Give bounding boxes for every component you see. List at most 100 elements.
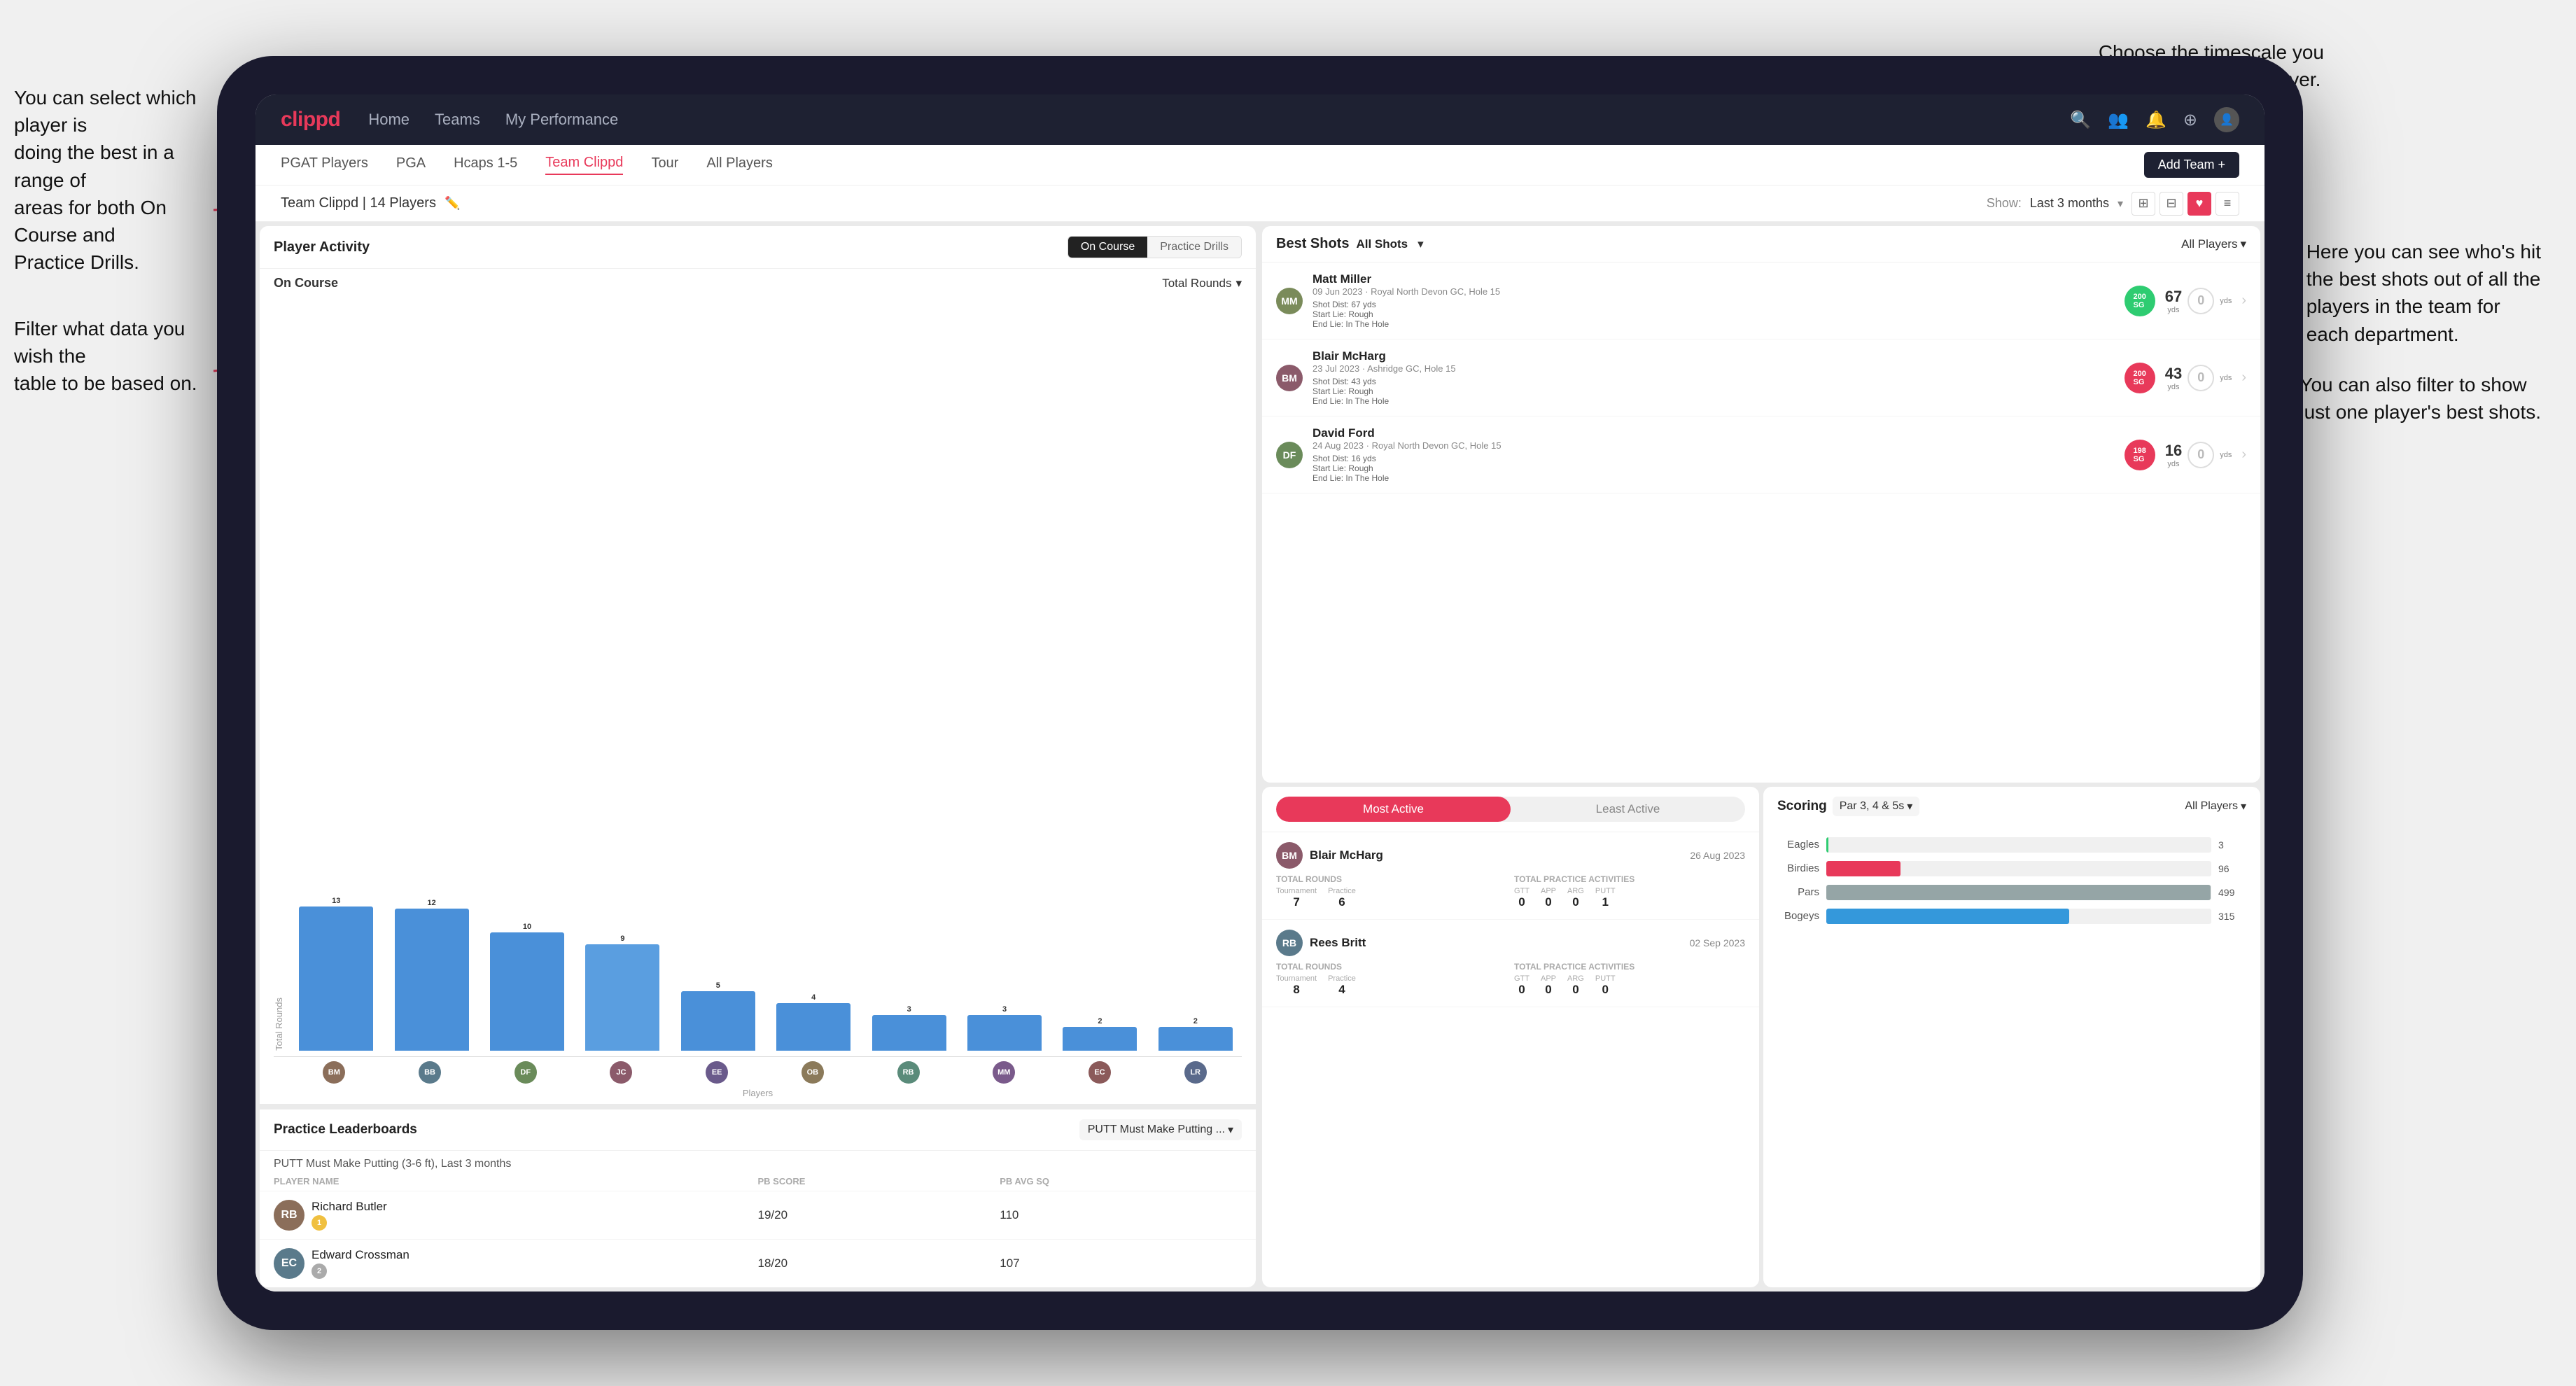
player-avatars-row: BM BB DF JC EE (288, 1057, 1242, 1088)
add-team-button[interactable]: Add Team + (2144, 152, 2239, 178)
scoring-filter1[interactable]: Par 3, 4 & 5s ▾ (1833, 797, 1920, 816)
tab-tour[interactable]: Tour (651, 155, 678, 174)
shot-info-1: Matt Miller 09 Jun 2023 · Royal North De… (1312, 272, 2115, 329)
show-value[interactable]: Last 3 months (2030, 196, 2109, 211)
avatar[interactable]: 👤 (2214, 107, 2239, 132)
tab-team-clippd[interactable]: Team Clippd (545, 155, 623, 175)
grid2-view-icon[interactable]: ⊟ (2160, 192, 2183, 216)
tab-all-players[interactable]: All Players (706, 155, 772, 174)
pl-dropdown-label: PUTT Must Make Putting ... (1088, 1124, 1225, 1136)
tablet-device: clippd Home Teams My Performance 🔍 👥 🔔 ⊕… (217, 56, 2303, 1330)
pl-dropdown[interactable]: PUTT Must Make Putting ... ▾ (1079, 1119, 1242, 1140)
pl-rank-badge-1: 1 (312, 1215, 327, 1231)
tablet-screen: clippd Home Teams My Performance 🔍 👥 🔔 ⊕… (255, 94, 2264, 1292)
ma-stats-2: Total Rounds Tournament 8 Practice (1276, 962, 1745, 997)
total-rounds-filter[interactable]: Total Rounds ▾ (1162, 276, 1242, 290)
h-bar-eagles-fill (1826, 837, 1828, 853)
bar-fill-1 (299, 906, 373, 1051)
pl-dropdown-chevron-icon: ▾ (1228, 1123, 1233, 1137)
bs-tab-all-shots[interactable]: All Shots (1356, 237, 1408, 251)
player-activity-panel: Player Activity On Course Practice Drill… (260, 226, 1256, 1287)
filter-chevron-icon: ▾ (1236, 276, 1242, 290)
practice-drills-toggle[interactable]: Practice Drills (1147, 237, 1241, 258)
ma-stat-rounds-label-1: Total Rounds (1276, 874, 1507, 884)
bs-players-dropdown[interactable]: All Players ▾ (2181, 237, 2246, 251)
bar-fill-5 (681, 991, 755, 1051)
scoring-panel: Scoring Par 3, 4 & 5s ▾ All Players ▾ (1763, 787, 2260, 1287)
h-bar-bogeys: Bogeys 315 (1777, 904, 2246, 928)
edit-icon[interactable]: ✏️ (444, 196, 460, 211)
search-icon[interactable]: 🔍 (2070, 110, 2091, 130)
nav-item-teams[interactable]: Teams (435, 111, 480, 129)
scoring-filter2-chevron-icon: ▾ (2241, 799, 2246, 813)
pl-col-avg: PB AVG SQ (1000, 1176, 1242, 1186)
scoring-chart: Eagles 3 Birdies (1763, 825, 2260, 1287)
shot-info-2: Blair McHarg 23 Jul 2023 · Ashridge GC, … (1312, 349, 2115, 406)
bell-icon[interactable]: 🔔 (2146, 110, 2166, 130)
chevron-down-icon: ▾ (2118, 197, 2123, 211)
scoring-filter1-chevron-icon: ▾ (1907, 799, 1912, 813)
nav-item-home[interactable]: Home (368, 111, 410, 129)
ma-activities-cols-1: GTT 0 APP 0 ARG (1514, 887, 1745, 909)
pl-col-name: PLAYER NAME (274, 1176, 758, 1186)
ma-putt-col-1: PUTT 1 (1595, 887, 1616, 909)
y-axis-label: Total Rounds (274, 997, 284, 1051)
ma-arg-col-1: ARG 0 (1567, 887, 1584, 909)
users-icon[interactable]: 👥 (2108, 110, 2129, 130)
shot-chevron-2[interactable]: › (2241, 370, 2246, 386)
nav-item-performance[interactable]: My Performance (505, 111, 618, 129)
ma-activities-cols-2: GTT 0 APP 0 ARG (1514, 974, 1745, 997)
list-view-icon[interactable]: ≡ (2216, 192, 2239, 216)
pl-avatar-1: RB (274, 1200, 304, 1231)
shot-stats-3: 16 yds 0 yds (2165, 442, 2232, 468)
shot-avatar-3: DF (1276, 442, 1303, 468)
p-avatar-7: RB (862, 1061, 955, 1084)
bar-label-1: 13 (332, 897, 340, 905)
grid-view-icon[interactable]: ⊞ (2132, 192, 2155, 216)
pl-player-info-1: Richard Butler 1 (312, 1200, 387, 1231)
pl-score-1: 19/20 (758, 1208, 1000, 1222)
bar-item-4: 9 (576, 897, 668, 1051)
bar-label-4: 9 (620, 934, 624, 943)
ma-name-2: Rees Britt (1310, 936, 1683, 950)
bar-chart: Total Rounds 13 12 (274, 298, 1242, 1057)
activity-header: Player Activity On Course Practice Drill… (260, 226, 1256, 269)
chart-sub-title: On Course (274, 276, 338, 290)
tab-pga[interactable]: PGA (396, 155, 426, 174)
h-bar-pars: Pars 499 (1777, 881, 2246, 904)
shot-player-name-1: Matt Miller (1312, 272, 2115, 286)
shot-chevron-1[interactable]: › (2241, 293, 2246, 309)
tab-pgat[interactable]: PGAT Players (281, 155, 368, 174)
scoring-filter2[interactable]: All Players ▾ (2185, 799, 2246, 813)
shot-details-2: Shot Dist: 43 yds Start Lie: Rough End L… (1312, 377, 2115, 406)
shot-chevron-3[interactable]: › (2241, 447, 2246, 463)
best-shots-panel: Best Shots All Shots ▾ All Players ▾ (1262, 226, 2260, 783)
pl-avatar-2: EC (274, 1248, 304, 1279)
p-avatar-2: BB (384, 1061, 477, 1084)
least-active-toggle[interactable]: Least Active (1511, 797, 1745, 822)
heart-view-icon[interactable]: ♥ (2188, 192, 2211, 216)
right-column: Best Shots All Shots ▾ All Players ▾ (1260, 222, 2264, 1292)
on-course-toggle[interactable]: On Course (1068, 237, 1147, 258)
bs-title: Best Shots (1276, 236, 1349, 252)
ma-practice-col-2: Practice 4 (1328, 974, 1356, 997)
scoring-title: Scoring (1777, 799, 1827, 814)
h-bar-bogeys-val: 315 (2218, 911, 2246, 922)
h-bar-birdies-val: 96 (2218, 863, 2246, 874)
bar-item-5: 5 (672, 897, 764, 1051)
bar-item-6: 4 (767, 897, 860, 1051)
ma-stats-1: Total Rounds Tournament 7 Practice (1276, 874, 1745, 909)
ma-tournament-col-2: Tournament 8 (1276, 974, 1317, 997)
most-active-toggle[interactable]: Most Active (1276, 797, 1511, 822)
bar-fill-10 (1158, 1027, 1233, 1051)
tab-hcaps[interactable]: Hcaps 1-5 (454, 155, 517, 174)
h-bar-eagles-label: Eagles (1777, 839, 1819, 850)
bar-fill-9 (1063, 1027, 1137, 1051)
ma-stat-rounds-1: Total Rounds Tournament 7 Practice (1276, 874, 1507, 909)
plus-circle-icon[interactable]: ⊕ (2183, 110, 2197, 130)
bs-shots-dropdown[interactable]: ▾ (1418, 237, 1424, 251)
h-bar-bogeys-label: Bogeys (1777, 910, 1819, 922)
ma-stat-activities-2: Total Practice Activities GTT 0 APP (1514, 962, 1745, 997)
shot-stat-unit-2b: yds (2220, 374, 2232, 382)
bs-header: Best Shots All Shots ▾ All Players ▾ (1262, 226, 2260, 262)
